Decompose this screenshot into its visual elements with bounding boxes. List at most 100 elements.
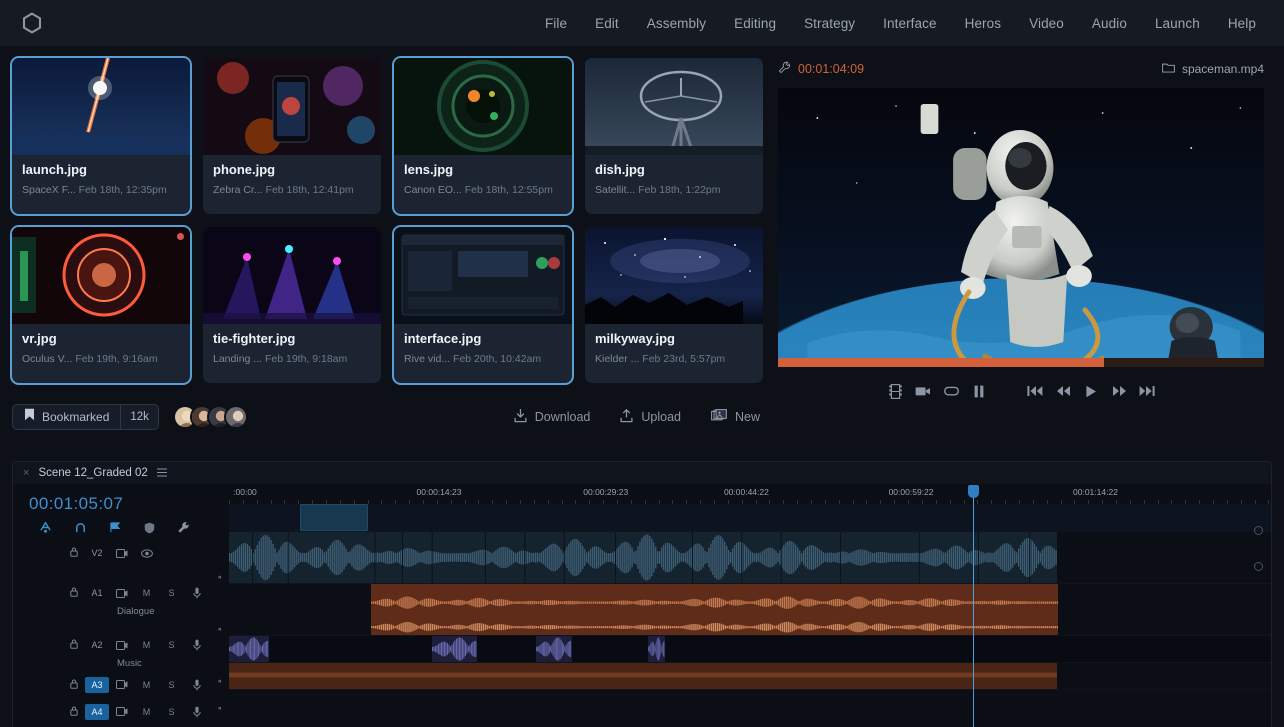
track-header-a2[interactable]: A2 M S Music ◂: [13, 619, 229, 671]
track-collapse-caret-icon[interactable]: ◂: [217, 573, 221, 581]
film-icon[interactable]: [109, 588, 134, 598]
skip-back-icon[interactable]: [1021, 380, 1049, 402]
video-preview-frame[interactable]: [778, 88, 1264, 367]
menu-item-edit[interactable]: Edit: [595, 16, 619, 31]
menu-item-heros[interactable]: Heros: [965, 16, 1002, 31]
film-icon[interactable]: [109, 548, 134, 558]
video-clip[interactable]: [299, 504, 368, 531]
sfx-clip[interactable]: [536, 636, 572, 662]
track-header-a1[interactable]: A1 M S Dialogue ◂: [13, 567, 229, 619]
ambience-bed-clip[interactable]: [229, 663, 1058, 689]
track-header-a3[interactable]: A3 M S ◂: [13, 671, 229, 698]
mic-icon[interactable]: [184, 639, 209, 651]
music-audio-clip[interactable]: [370, 584, 1059, 635]
wrench-icon[interactable]: [778, 61, 791, 77]
sfx-clip[interactable]: [229, 636, 269, 662]
marker-icon[interactable]: [109, 521, 122, 539]
track-solo-button[interactable]: S: [159, 707, 184, 717]
track-lane-a1[interactable]: [229, 532, 1271, 584]
bookmark-main[interactable]: Bookmarked: [13, 405, 120, 429]
track-settings-icon-2[interactable]: [1254, 562, 1263, 571]
film-icon[interactable]: [109, 707, 134, 716]
avatar[interactable]: [223, 405, 248, 429]
mic-icon[interactable]: [184, 706, 209, 718]
sfx-clip[interactable]: [647, 636, 665, 662]
track-lane-a3[interactable]: [229, 636, 1271, 663]
track-collapse-caret-icon[interactable]: ◂: [217, 625, 221, 633]
filmstrip-icon[interactable]: [881, 380, 909, 402]
track-name-a3[interactable]: A3: [85, 676, 109, 693]
track-name-a4[interactable]: A4: [85, 703, 109, 720]
hexagon-logo-icon[interactable]: [20, 11, 44, 35]
menu-item-file[interactable]: File: [545, 16, 567, 31]
snap-magnet-icon[interactable]: [39, 521, 52, 539]
timeline-tab-name[interactable]: Scene 12_Graded 02: [38, 467, 147, 479]
rewind-icon[interactable]: [1049, 380, 1077, 402]
play-icon[interactable]: [1077, 380, 1105, 402]
track-header-a4[interactable]: A4 M S ◂: [13, 698, 229, 725]
timeline-tab-close-icon[interactable]: ×: [23, 467, 29, 479]
track-collapse-caret-icon[interactable]: ◂: [217, 704, 221, 712]
playhead[interactable]: [967, 485, 979, 727]
preview-filename-group[interactable]: spaceman.mp4: [1162, 62, 1264, 76]
download-button[interactable]: Download: [514, 408, 590, 426]
media-card[interactable]: dish.jpg Satellit... Feb 18th, 1:22pm: [585, 58, 763, 214]
lock-icon[interactable]: [63, 547, 85, 559]
media-card[interactable]: tie-fighter.jpg Landing ... Feb 19th, 9:1…: [203, 227, 381, 383]
menu-item-strategy[interactable]: Strategy: [804, 16, 855, 31]
media-card[interactable]: interface.jpg Rive vid... Feb 20th, 10:42…: [394, 227, 572, 383]
preview-scrubber[interactable]: [778, 358, 1264, 367]
mic-icon[interactable]: [184, 587, 209, 599]
link-icon[interactable]: [74, 521, 87, 539]
new-button[interactable]: New: [711, 408, 760, 426]
track-header-v2[interactable]: V2: [13, 539, 229, 567]
wrench-tool-icon[interactable]: [177, 521, 190, 539]
lock-icon[interactable]: [63, 679, 85, 691]
shield-icon[interactable]: [144, 521, 155, 539]
dialogue-audio-clip[interactable]: [229, 532, 1058, 583]
track-solo-button[interactable]: S: [159, 680, 184, 690]
menu-item-interface[interactable]: Interface: [883, 16, 936, 31]
skip-forward-icon[interactable]: [1133, 380, 1161, 402]
track-solo-button[interactable]: S: [159, 640, 184, 650]
track-name-a1[interactable]: A1: [85, 588, 109, 598]
media-card[interactable]: lens.jpg Canon EO... Feb 18th, 12:55pm: [394, 58, 572, 214]
collaborator-avatars[interactable]: [172, 405, 248, 429]
playhead-knob[interactable]: [967, 485, 979, 498]
track-settings-icon-1[interactable]: [1254, 526, 1263, 535]
lock-icon[interactable]: [63, 706, 85, 718]
eye-icon[interactable]: [134, 548, 159, 558]
menu-item-video[interactable]: Video: [1029, 16, 1064, 31]
track-mute-button[interactable]: M: [134, 588, 159, 598]
upload-button[interactable]: Upload: [620, 408, 681, 426]
lock-icon[interactable]: [63, 587, 85, 599]
track-mute-button[interactable]: M: [134, 640, 159, 650]
film-icon[interactable]: [109, 680, 134, 689]
track-collapse-caret-icon[interactable]: ◂: [217, 677, 221, 685]
media-card[interactable]: phone.jpg Zebra Cr... Feb 18th, 12:41pm: [203, 58, 381, 214]
media-card[interactable]: vr.jpg Oculus V... Feb 19th, 9:16am: [12, 227, 190, 383]
mic-icon[interactable]: [184, 679, 209, 691]
sfx-clip[interactable]: [432, 636, 477, 662]
fast-forward-icon[interactable]: [1105, 380, 1133, 402]
menu-item-help[interactable]: Help: [1228, 16, 1256, 31]
track-name-a2[interactable]: A2: [85, 640, 109, 650]
track-lane-a2[interactable]: [229, 584, 1271, 636]
media-card[interactable]: milkyway.jpg Kielder ... Feb 23rd, 5:57pm: [585, 227, 763, 383]
menu-item-assembly[interactable]: Assembly: [647, 16, 706, 31]
track-lane-a4[interactable]: [229, 663, 1271, 690]
menu-item-audio[interactable]: Audio: [1092, 16, 1127, 31]
track-solo-button[interactable]: S: [159, 588, 184, 598]
bookmarked-filter-chip[interactable]: Bookmarked 12k: [12, 404, 159, 430]
track-name-v2[interactable]: V2: [85, 548, 109, 558]
track-mute-button[interactable]: M: [134, 680, 159, 690]
menu-item-editing[interactable]: Editing: [734, 16, 776, 31]
timeline-tracks[interactable]: :00:00 00:00:14:23 00:00:29:23 00:00:44:22 0…: [229, 484, 1271, 727]
camera-icon[interactable]: [909, 380, 937, 402]
pause-icon[interactable]: [965, 380, 993, 402]
track-lane-v2[interactable]: [229, 504, 1271, 532]
track-mute-button[interactable]: M: [134, 707, 159, 717]
timeline-ruler[interactable]: :00:00 00:00:14:23 00:00:29:23 00:00:44:22 0…: [229, 484, 1271, 504]
media-card[interactable]: launch.jpg SpaceX F... Feb 18th, 12:35pm: [12, 58, 190, 214]
loop-icon[interactable]: [937, 380, 965, 402]
